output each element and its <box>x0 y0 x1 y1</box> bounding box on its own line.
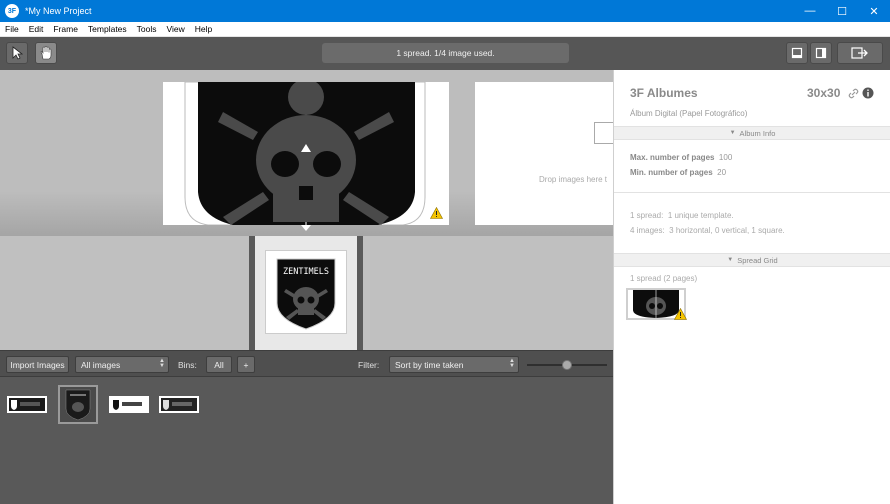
add-bin-button[interactable]: + <box>237 356 255 373</box>
min-pages-label: Min. number of pages <box>630 168 713 177</box>
drop-hint-text: Drop images here t <box>539 175 608 184</box>
minimize-button[interactable]: — <box>794 0 826 22</box>
export-icon <box>851 47 868 59</box>
page-layout-icon <box>791 47 803 59</box>
app-icon-text: 3F <box>7 7 17 15</box>
menu-templates[interactable]: Templates <box>83 24 132 34</box>
min-pages-row: Min. number of pages 20 <box>630 168 726 177</box>
export-button[interactable] <box>837 42 883 64</box>
menu-edit[interactable]: Edit <box>24 24 49 34</box>
spread-strip-thumbnail: ZENTIMELS <box>265 250 347 334</box>
select-arrows-icon: ▲ ▼ <box>509 358 515 369</box>
spread-grid-header[interactable]: ▼ Spread Grid <box>614 253 890 267</box>
spread-count: 1 spread (2 pages) <box>630 274 698 283</box>
banner-image-icon <box>111 398 147 411</box>
spread-summary: 1 spread: 1 unique template. <box>630 211 734 220</box>
image-thumbnail[interactable] <box>109 396 149 413</box>
link-icon[interactable] <box>848 88 859 99</box>
status-display: 1 spread. 1/4 image used. <box>322 43 569 63</box>
collapse-triangle-icon: ▼ <box>727 257 734 263</box>
album-subtitle: Álbum Digital (Papel Fotográfico) <box>630 109 748 118</box>
image-thumbnail[interactable] <box>7 396 47 413</box>
album-title: 3F Albumes <box>630 86 698 100</box>
single-page-view-button[interactable] <box>786 42 808 64</box>
warning-icon[interactable] <box>430 207 443 219</box>
album-info-header[interactable]: ▼ Album Info <box>614 126 890 140</box>
sort-select[interactable]: Sort by time taken ▲ ▼ <box>389 356 519 373</box>
sort-value: Sort by time taken <box>395 359 464 370</box>
shield-skull-image <box>184 82 426 225</box>
thumbnail-logo-text: ZENTIMELS <box>283 267 329 277</box>
title-bar: 3F *My New Project — ☐ ✕ <box>0 0 890 22</box>
album-size: 30x30 <box>807 86 841 100</box>
select-tool-button[interactable] <box>6 42 28 64</box>
images-summary-label: 4 images: <box>630 226 665 235</box>
panel-divider <box>614 192 890 193</box>
max-pages-label: Max. number of pages <box>630 153 715 162</box>
max-pages-value: 100 <box>718 153 733 162</box>
left-page[interactable] <box>163 82 449 225</box>
panel-layout-icon <box>815 47 827 59</box>
toolbar: 1 spread. 1/4 image used. <box>0 37 890 70</box>
images-filter-value: All images <box>81 359 121 370</box>
min-pages-value: 20 <box>717 168 727 177</box>
spread-strip-item[interactable]: ZENTIMELS <box>249 236 363 350</box>
spread-canvas[interactable]: Drop images here t <box>0 70 614 236</box>
window-title: *My New Project <box>25 6 92 16</box>
maximize-button[interactable]: ☐ <box>826 0 858 22</box>
banner-image-icon <box>9 398 45 411</box>
shield-thumbnail-icon: ZENTIMELS <box>276 258 336 330</box>
empty-frame[interactable] <box>594 122 614 144</box>
images-summary-value: 3 horizontal, 0 vertical, 1 square. <box>669 226 785 235</box>
pan-tool-button[interactable] <box>35 42 57 64</box>
album-info-header-label: Album Info <box>739 128 776 138</box>
pointer-icon <box>12 46 23 60</box>
menu-view[interactable]: View <box>162 24 190 34</box>
spread-summary-value: 1 unique template. <box>667 211 734 220</box>
close-button[interactable]: ✕ <box>858 0 890 22</box>
import-images-button[interactable]: Import Images <box>6 356 69 373</box>
app-icon: 3F <box>5 4 19 18</box>
image-thumbnail-selected[interactable] <box>58 385 98 424</box>
menu-help[interactable]: Help <box>190 24 217 34</box>
select-arrows-icon: ▲ ▼ <box>159 358 165 369</box>
max-pages-row: Max. number of pages 100 <box>630 153 732 162</box>
thumbnail-size-slider-handle[interactable] <box>562 360 572 370</box>
images-filter-select[interactable]: All images ▲ ▼ <box>75 356 169 373</box>
banner-image-icon <box>161 398 197 411</box>
collapse-triangle-icon: ▼ <box>729 130 736 136</box>
spread-summary-label: 1 spread: <box>630 211 664 220</box>
hand-icon <box>40 46 52 60</box>
right-page[interactable]: Drop images here t <box>475 82 614 225</box>
info-icon[interactable] <box>862 87 874 99</box>
filter-label: Filter: <box>358 360 380 370</box>
warning-icon[interactable] <box>674 308 687 320</box>
window-controls: — ☐ ✕ <box>794 0 890 22</box>
side-panel-view-button[interactable] <box>810 42 832 64</box>
spread-grid-header-label: Spread Grid <box>737 255 778 265</box>
images-summary: 4 images: 3 horizontal, 0 vertical, 1 sq… <box>630 226 785 235</box>
menu-frame[interactable]: Frame <box>48 24 83 34</box>
menu-tools[interactable]: Tools <box>132 24 162 34</box>
image-bin <box>0 377 613 504</box>
image-thumbnail[interactable] <box>159 396 199 413</box>
bins-all-button[interactable]: All <box>206 356 232 373</box>
bins-label: Bins: <box>178 360 197 370</box>
shield-image-icon <box>65 389 91 421</box>
menu-bar: File Edit Frame Templates Tools View Hel… <box>0 22 890 37</box>
image-bar: Import Images All images ▲ ▼ Bins: All + … <box>0 350 613 377</box>
menu-file[interactable]: File <box>0 24 24 34</box>
album-panel: 3F Albumes 30x30 Álbum Digital (Papel Fo… <box>613 70 890 504</box>
spread-strip: ZENTIMELS <box>0 236 613 350</box>
spread-indicator-arrow <box>301 225 311 231</box>
